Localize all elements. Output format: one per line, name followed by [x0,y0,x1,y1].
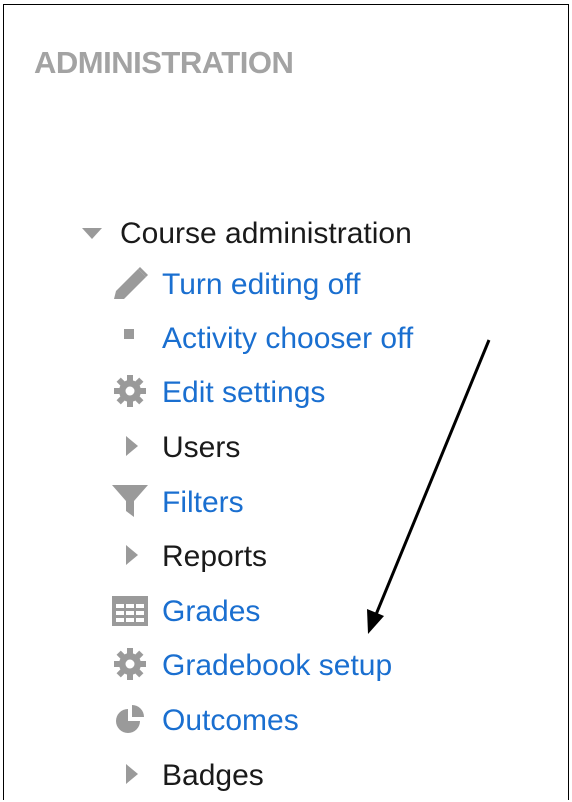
grades-link[interactable]: Grades [162,595,260,629]
menu-item-badges[interactable]: Badges [110,755,264,797]
gradebook-setup-link[interactable]: Gradebook setup [162,649,392,683]
administration-block: ADMINISTRATION Course administration Tur… [3,4,569,800]
square-bullet-icon [110,319,150,359]
tree-node-course-administration[interactable]: Course administration [80,213,412,255]
activity-chooser-off-link[interactable]: Activity chooser off [162,322,413,356]
menu-item-turn-editing-off[interactable]: Turn editing off [110,264,360,306]
menu-item-reports[interactable]: Reports [110,536,267,578]
menu-item-filters[interactable]: Filters [110,482,244,524]
course-administration-label[interactable]: Course administration [120,217,412,251]
gear-icon [110,646,150,686]
table-icon [110,592,150,632]
reports-branch-label[interactable]: Reports [162,540,267,574]
users-branch-label[interactable]: Users [162,431,240,465]
turn-editing-off-link[interactable]: Turn editing off [162,268,360,302]
menu-item-gradebook-setup[interactable]: Gradebook setup [110,645,392,687]
edit-settings-link[interactable]: Edit settings [162,376,325,410]
badges-branch-label[interactable]: Badges [162,759,264,793]
pie-chart-icon [110,701,150,741]
menu-item-outcomes[interactable]: Outcomes [110,700,299,742]
menu-item-users[interactable]: Users [110,427,240,469]
gear-icon [110,373,150,413]
menu-item-edit-settings[interactable]: Edit settings [110,372,325,414]
outcomes-link[interactable]: Outcomes [162,704,299,738]
menu-item-grades[interactable]: Grades [110,591,260,633]
triangle-right-icon[interactable] [110,537,150,577]
triangle-right-icon[interactable] [110,756,150,796]
filters-link[interactable]: Filters [162,486,244,520]
pencil-icon [110,265,150,305]
filter-icon [110,483,150,523]
admin-tree: Course administration Turn editing off A… [4,5,568,800]
triangle-down-icon[interactable] [80,224,104,244]
menu-item-activity-chooser-off[interactable]: Activity chooser off [110,318,413,360]
triangle-right-icon[interactable] [110,428,150,468]
